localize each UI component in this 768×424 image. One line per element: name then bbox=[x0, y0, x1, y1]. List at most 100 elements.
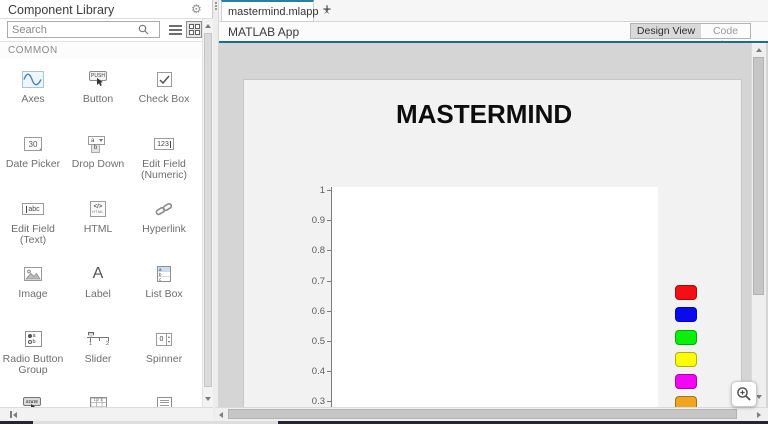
y-tick-mark bbox=[327, 281, 331, 282]
component-hyperlink[interactable]: Hyperlink bbox=[130, 188, 198, 253]
splitter-handle-icon bbox=[215, 2, 217, 11]
component-label: Check Box bbox=[138, 93, 190, 105]
uiaxes-plot-area[interactable] bbox=[331, 187, 658, 407]
y-tick-mark bbox=[327, 401, 331, 402]
component-table[interactable]: 1 2 3 bbox=[66, 383, 130, 407]
textarea-icon bbox=[156, 396, 172, 407]
component-datepicker[interactable]: 30 Date Picker bbox=[0, 123, 66, 188]
breadcrumb: MATLAB App bbox=[228, 25, 300, 39]
app-title-label[interactable]: MASTERMIND bbox=[396, 99, 572, 130]
section-label: COMMON bbox=[8, 45, 58, 56]
component-label: Slider bbox=[84, 353, 112, 365]
axes-icon bbox=[22, 70, 44, 88]
zoom-in-icon bbox=[737, 387, 751, 401]
grid-view-icon[interactable] bbox=[186, 21, 202, 38]
color-button-magenta[interactable] bbox=[675, 374, 697, 389]
hyperlink-icon bbox=[155, 197, 173, 221]
button-icon: PUSH bbox=[87, 71, 109, 87]
component-textarea[interactable] bbox=[130, 383, 198, 407]
scroll-up-icon[interactable] bbox=[205, 24, 211, 28]
editfield-text-icon: abc bbox=[22, 203, 44, 215]
component-radiobuttongroup[interactable]: a b Radio Button Group bbox=[0, 318, 66, 383]
html-icon: </> HTML bbox=[90, 201, 106, 217]
tab-mastermind[interactable]: mastermind.mlapp × bbox=[221, 0, 330, 22]
scroll-down-icon[interactable] bbox=[205, 397, 211, 401]
y-tick-mark bbox=[327, 250, 331, 251]
y-tick-label: 0.6 bbox=[311, 306, 325, 317]
y-tick-label: 0.5 bbox=[311, 336, 325, 347]
table-icon: 1 2 3 bbox=[89, 397, 107, 407]
scroll-left-icon[interactable] bbox=[219, 412, 223, 418]
scroll-up-icon[interactable] bbox=[756, 48, 762, 52]
cursor-icon bbox=[97, 78, 103, 86]
color-button-blue[interactable] bbox=[675, 307, 697, 322]
y-tick-label: 0.8 bbox=[311, 245, 325, 256]
tab-title: mastermind.mlapp bbox=[228, 5, 319, 18]
statebutton-icon: STATE bbox=[23, 396, 43, 407]
component-label: Image bbox=[18, 288, 48, 300]
y-tick-label: 0.7 bbox=[311, 276, 325, 287]
component-label: Drop Down bbox=[71, 158, 125, 170]
y-tick-mark bbox=[327, 190, 331, 191]
component-image[interactable]: Image bbox=[0, 253, 66, 318]
component-button[interactable]: PUSH Button bbox=[66, 58, 130, 123]
component-label: HTML bbox=[83, 223, 113, 235]
component-library-panel: Component Library ⚙ COMMON bbox=[0, 0, 213, 424]
component-grid: Axes PUSH Button Check Box 30 Date Picke… bbox=[0, 58, 202, 407]
color-button-red[interactable] bbox=[675, 285, 697, 300]
y-tick-mark bbox=[327, 311, 331, 312]
design-vscroll-thumb[interactable] bbox=[753, 57, 764, 295]
component-statebutton[interactable]: STATE bbox=[0, 383, 66, 407]
panel-title: Component Library bbox=[8, 3, 115, 17]
component-spinner[interactable]: 0 Spinner bbox=[130, 318, 198, 383]
search-input[interactable] bbox=[8, 23, 138, 36]
component-label: Spinner bbox=[145, 353, 183, 365]
component-editfield-text[interactable]: abc Edit Field (Text) bbox=[0, 188, 66, 253]
component-label: Label bbox=[85, 288, 111, 300]
y-tick-label: 0.4 bbox=[311, 366, 325, 377]
component-label: Hyperlink bbox=[142, 223, 186, 235]
panel-header: Component Library ⚙ bbox=[0, 0, 213, 19]
new-tab-button[interactable]: + bbox=[319, 2, 335, 18]
zoom-button[interactable] bbox=[731, 381, 757, 407]
component-label: Edit Field (Numeric) bbox=[140, 158, 188, 181]
y-tick-mark bbox=[327, 220, 331, 221]
design-hscroll-thumb[interactable] bbox=[228, 409, 737, 419]
design-view-button[interactable]: Design View bbox=[630, 23, 702, 39]
list-view-icon[interactable] bbox=[169, 25, 182, 35]
y-tick-label: 1 bbox=[319, 185, 325, 196]
component-label: Axes bbox=[21, 93, 45, 105]
component-label[interactable]: A Label bbox=[66, 253, 130, 318]
datepicker-icon: 30 bbox=[24, 137, 42, 151]
radiogroup-icon: a b bbox=[24, 331, 42, 347]
code-view-button[interactable]: Code View bbox=[701, 23, 751, 51]
y-tick-mark bbox=[327, 371, 331, 372]
gear-icon[interactable]: ⚙ bbox=[191, 2, 202, 16]
listbox-icon: a b c bbox=[157, 266, 171, 282]
component-dropdown[interactable]: a b Drop Down bbox=[66, 123, 130, 188]
scroll-right-icon[interactable] bbox=[757, 412, 761, 418]
checkbox-icon bbox=[156, 71, 172, 87]
editfield-numeric-icon: 123 bbox=[154, 138, 174, 150]
section-common: COMMON bbox=[0, 41, 202, 58]
scroll-left-edge-icon[interactable] bbox=[10, 411, 17, 418]
dropdown-icon: a b bbox=[88, 135, 108, 153]
color-button-yellow[interactable] bbox=[675, 352, 697, 367]
color-button-green[interactable] bbox=[675, 330, 697, 345]
component-label: Button bbox=[82, 93, 114, 105]
component-search[interactable] bbox=[7, 21, 160, 38]
spinner-icon: 0 bbox=[156, 332, 172, 346]
component-slider[interactable]: 1 2 Slider bbox=[66, 318, 130, 383]
y-tick-label: 0.9 bbox=[311, 215, 325, 226]
component-label: List Box bbox=[145, 288, 183, 300]
component-editfield-numeric[interactable]: 123 Edit Field (Numeric) bbox=[130, 123, 198, 188]
component-label: Radio Button Group bbox=[2, 353, 64, 376]
component-label: Edit Field (Text) bbox=[11, 223, 55, 246]
component-listbox[interactable]: a b c List Box bbox=[130, 253, 198, 318]
panel-horizontal-scrollbar[interactable] bbox=[0, 407, 213, 421]
component-checkbox[interactable]: Check Box bbox=[130, 58, 198, 123]
component-axes[interactable]: Axes bbox=[0, 58, 66, 123]
y-tick-mark bbox=[327, 341, 331, 342]
component-html[interactable]: </> HTML HTML bbox=[66, 188, 130, 253]
panel-scroll-thumb[interactable] bbox=[204, 33, 212, 387]
